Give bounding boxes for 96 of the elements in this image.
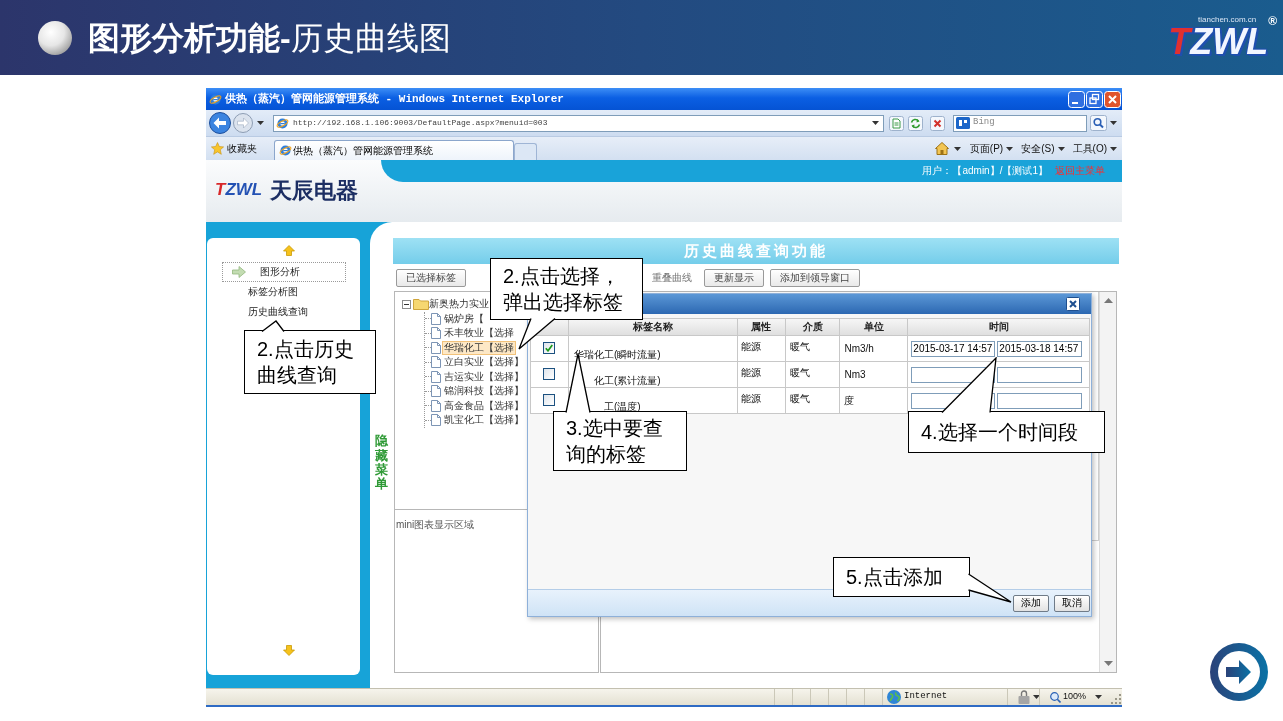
window-title: 供热（蒸汽）管网能源管理系统 - Windows Internet Explorer bbox=[225, 91, 564, 107]
resize-grip-icon bbox=[1111, 694, 1121, 704]
table-cell: 化工(累计流量) bbox=[593, 375, 661, 387]
document-icon bbox=[431, 370, 441, 383]
back-icon[interactable] bbox=[209, 112, 231, 134]
caret-icon[interactable] bbox=[1110, 146, 1117, 151]
checkbox[interactable] bbox=[543, 342, 556, 354]
logo-mark: TZWL bbox=[215, 179, 263, 201]
toolbar-button[interactable]: 添加到领导窗口 bbox=[770, 268, 860, 287]
status-text: Internet bbox=[904, 690, 948, 704]
menu-button[interactable]: 页面(P) bbox=[969, 142, 1014, 155]
tree-item[interactable]: 华瑞化工【选择 bbox=[442, 340, 516, 355]
checkbox[interactable] bbox=[543, 394, 556, 406]
document-icon bbox=[431, 385, 441, 398]
hide-menu-toggle[interactable]: 隐藏菜单 bbox=[375, 434, 388, 492]
caret-down-icon[interactable] bbox=[1103, 661, 1113, 666]
date-field[interactable]: 2015-03-18 14:57 bbox=[997, 341, 1083, 357]
document-icon bbox=[431, 341, 441, 354]
slide-title: 图形分析功能-历史曲线图 bbox=[88, 18, 451, 58]
sphere-icon bbox=[38, 20, 72, 55]
restore-icon[interactable] bbox=[1086, 90, 1103, 108]
menu-item[interactable]: 标签分析图 bbox=[248, 286, 298, 298]
caret-icon[interactable] bbox=[1006, 146, 1014, 151]
menu-button[interactable]: 工具(O) bbox=[1072, 142, 1117, 155]
magnifier-icon bbox=[1050, 691, 1061, 703]
checkmark-icon bbox=[545, 344, 554, 352]
square-logo-icon bbox=[956, 117, 970, 129]
search-icon[interactable] bbox=[1090, 115, 1107, 131]
tree-item[interactable]: 凯宝化工【选择】 bbox=[442, 413, 526, 428]
caret-icon[interactable] bbox=[1110, 121, 1117, 125]
callout: 2.点击历史曲线查询 bbox=[244, 330, 376, 394]
callout-pointer bbox=[261, 320, 285, 333]
caret-up-icon[interactable] bbox=[1103, 298, 1113, 303]
home-icon[interactable] bbox=[934, 142, 949, 155]
date-field[interactable]: 2015-03-17 14:57 bbox=[911, 341, 996, 357]
company-name: 天辰电器 bbox=[270, 178, 359, 202]
registered-mark: ® bbox=[1268, 15, 1277, 27]
tree-item[interactable]: 锦润科技【选择】 bbox=[442, 384, 526, 399]
minimize-icon[interactable] bbox=[1068, 90, 1085, 108]
favorites-button[interactable]: 收藏夹 bbox=[211, 142, 257, 155]
globe-icon bbox=[887, 690, 901, 704]
browser-tab[interactable]: 供热（蒸汽）管网能源管理系统 bbox=[274, 140, 514, 160]
address-field[interactable]: http://192.168.1.106:9003/DefaultPage.aspx?menuid=003 bbox=[273, 114, 884, 132]
date-field[interactable] bbox=[997, 393, 1083, 409]
lock-icon[interactable] bbox=[1018, 690, 1030, 704]
scrollbar[interactable] bbox=[1099, 292, 1116, 672]
toolbar-button[interactable]: 已选择标签 bbox=[396, 268, 466, 287]
checkbox[interactable] bbox=[543, 368, 556, 380]
caret-icon[interactable] bbox=[1095, 695, 1102, 699]
tree-item[interactable]: 锅炉房【 bbox=[442, 311, 486, 326]
close-icon[interactable] bbox=[1066, 297, 1080, 311]
tree-item[interactable]: 立白实业【选择】 bbox=[442, 355, 526, 370]
caret-icon[interactable] bbox=[1033, 695, 1040, 699]
panel-title-bar: 历史曲线查询功能 bbox=[393, 238, 1119, 264]
date-field[interactable] bbox=[997, 367, 1083, 383]
e-logo-icon bbox=[279, 144, 292, 157]
document-icon bbox=[431, 356, 441, 369]
menu-header[interactable]: 图形分析 bbox=[222, 262, 346, 282]
table-cell: 能源 bbox=[737, 388, 786, 414]
tree-item[interactable]: 吉运实业【选择】 bbox=[442, 369, 526, 384]
toolbar-button[interactable]: 更新显示 bbox=[704, 268, 764, 287]
document-icon bbox=[431, 399, 441, 412]
menu-item[interactable]: 历史曲线查询 bbox=[248, 306, 308, 318]
caret-icon[interactable] bbox=[953, 146, 961, 151]
panel-label: mini图表显示区域 bbox=[396, 519, 475, 530]
logo-mark: TZWL bbox=[1168, 24, 1269, 60]
table-cell: 度 bbox=[840, 388, 909, 414]
folder-icon bbox=[413, 298, 429, 311]
document-icon bbox=[431, 327, 441, 340]
e-logo-icon bbox=[276, 116, 289, 130]
refresh-icon[interactable] bbox=[908, 115, 923, 131]
collapse-icon[interactable] bbox=[402, 299, 411, 309]
callout: 3.选中要查询的标签 bbox=[553, 411, 687, 471]
close-icon[interactable] bbox=[930, 115, 945, 131]
tree-item[interactable]: 禾丰牧业【选择 bbox=[442, 326, 516, 341]
table-cell: 暖气 bbox=[785, 388, 841, 414]
callout-pointer bbox=[967, 573, 1012, 603]
tree-item[interactable]: 高金食品【选择】 bbox=[442, 398, 526, 413]
star-icon bbox=[211, 142, 224, 155]
toolbar-label: 重叠曲线 bbox=[652, 271, 692, 284]
user-info: 用户：【admin】/【测试1】 bbox=[922, 165, 1048, 177]
zoom-button[interactable]: 100% bbox=[1039, 689, 1111, 705]
arrow-right-icon bbox=[232, 266, 246, 278]
caret-icon[interactable] bbox=[872, 121, 879, 125]
logo-url: tianchen.com.cn bbox=[1198, 15, 1257, 24]
search-field[interactable]: Bing bbox=[953, 114, 1087, 132]
dialog-button[interactable]: 添加 bbox=[1013, 594, 1049, 612]
caret-icon[interactable] bbox=[257, 121, 264, 125]
e-logo-icon bbox=[209, 92, 222, 106]
tree-item[interactable]: 新奥热力实业 bbox=[429, 298, 489, 311]
caret-icon[interactable] bbox=[1057, 146, 1065, 151]
document-icon bbox=[431, 414, 441, 427]
menu-button[interactable]: 安全(S) bbox=[1021, 142, 1065, 155]
document-icon bbox=[431, 312, 441, 325]
table-cell: 华瑞化工(瞬时流量) bbox=[573, 349, 661, 361]
dialog-button[interactable]: 取消 bbox=[1054, 594, 1090, 612]
